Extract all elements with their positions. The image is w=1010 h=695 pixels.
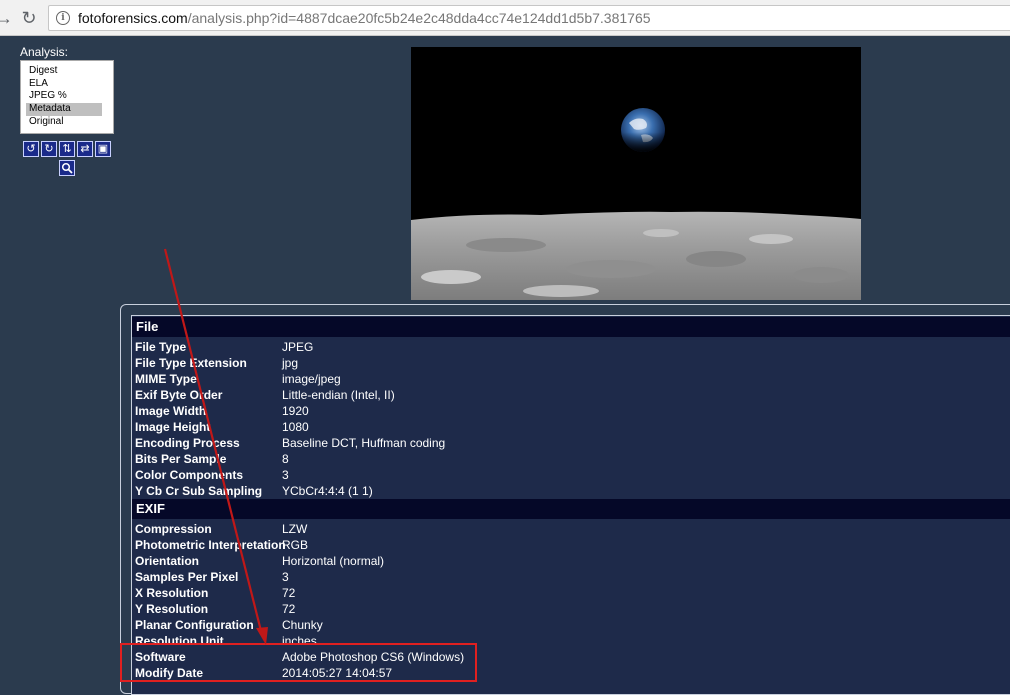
meta-key: Y Cb Cr Sub Sampling <box>135 484 263 498</box>
analyzed-image <box>411 47 861 300</box>
analysis-item-jpeg[interactable]: JPEG % <box>26 90 102 103</box>
table-row: Y Cb Cr Sub Sampling YCbCr4:4:4 (1 1) <box>132 483 1010 499</box>
table-row: Compression LZW <box>132 521 1010 537</box>
meta-key: Software <box>135 650 186 664</box>
back-icon[interactable]: → <box>0 6 16 30</box>
analysis-item-ela[interactable]: ELA <box>26 78 102 91</box>
url-path: /analysis.php?id=4887dcae20fc5b24e2c48dd… <box>187 10 651 26</box>
meta-value: image/jpeg <box>282 372 341 386</box>
section-header-file: File <box>132 317 1010 337</box>
meta-value: inches <box>282 634 317 648</box>
meta-key: Image Height <box>135 420 211 434</box>
table-row: Image Width 1920 <box>132 403 1010 419</box>
rotate-left-icon[interactable]: ↺ <box>23 141 39 157</box>
meta-value: 2014:05:27 14:04:57 <box>282 666 393 680</box>
info-icon[interactable]: i <box>56 11 70 25</box>
table-row: Bits Per Sample 8 <box>132 451 1010 467</box>
table-row: X Resolution 72 <box>132 585 1010 601</box>
table-row: Orientation Horizontal (normal) <box>132 553 1010 569</box>
meta-key: Color Components <box>135 468 243 482</box>
meta-value: YCbCr4:4:4 (1 1) <box>282 484 373 498</box>
meta-value: Adobe Photoshop CS6 (Windows) <box>282 650 465 664</box>
meta-value: Horizontal (normal) <box>282 554 385 568</box>
meta-value: JPEG <box>282 340 314 354</box>
flip-vertical-icon[interactable]: ⇅ <box>59 141 75 157</box>
browser-toolbar: → ↻ i fotoforensics.com/analysis.php?id=… <box>0 0 1010 36</box>
meta-value: RGB <box>282 538 309 552</box>
meta-key: MIME Type <box>135 372 197 386</box>
table-row: Encoding Process Baseline DCT, Huffman co… <box>132 435 1010 451</box>
meta-value: 3 <box>282 570 289 584</box>
meta-value: LZW <box>282 522 308 536</box>
meta-value: 1920 <box>282 404 309 418</box>
meta-value: Chunky <box>282 618 323 632</box>
address-bar[interactable]: i fotoforensics.com/analysis.php?id=4887… <box>48 5 1010 31</box>
analysis-item-metadata[interactable]: Metadata <box>26 103 102 116</box>
url-host: fotoforensics.com <box>78 10 188 26</box>
meta-key: Image Width <box>135 404 207 418</box>
meta-key: Y Resolution <box>135 602 209 616</box>
table-row: Exif Byte Order Little-endian (Intel, II) <box>132 387 1010 403</box>
meta-key: Planar Configuration <box>135 618 254 632</box>
analysis-listbox[interactable]: Digest ELA JPEG % Metadata Original <box>20 60 114 134</box>
rotate-right-icon[interactable]: ↻ <box>41 141 57 157</box>
table-row: Y Resolution 72 <box>132 601 1010 617</box>
table-row: Modify Date 2014:05:27 14:04:57 <box>132 665 1010 681</box>
flip-horizontal-icon[interactable]: ⇄ <box>77 141 93 157</box>
table-row: Color Components 3 <box>132 467 1010 483</box>
table-row: Software Adobe Photoshop CS6 (Windows) <box>132 649 1010 665</box>
table-row: Samples Per Pixel 3 <box>132 569 1010 585</box>
reload-icon[interactable]: ↻ <box>17 6 41 30</box>
metadata-panel: File File Type JPEG File Type Extension jp… <box>120 304 1010 695</box>
section-header-exif: EXIF <box>132 499 1010 519</box>
fit-icon[interactable]: ▣ <box>95 141 111 157</box>
meta-key: Samples Per Pixel <box>135 570 239 584</box>
meta-key: Orientation <box>135 554 200 568</box>
meta-value: 1080 <box>282 420 309 434</box>
table-row: Planar Configuration Chunky <box>132 617 1010 633</box>
meta-key: Photometric Interpretation <box>135 538 286 552</box>
meta-value: jpg <box>282 356 299 370</box>
table-row: Resolution Unit inches <box>132 633 1010 649</box>
meta-value: 72 <box>282 586 296 600</box>
meta-key: Resolution Unit <box>135 634 224 648</box>
analysis-item-digest[interactable]: Digest <box>26 65 102 78</box>
table-row: Photometric Interpretation RGB <box>132 537 1010 553</box>
meta-key: File Type <box>135 340 187 354</box>
meta-value: 72 <box>282 602 296 616</box>
analysis-item-original[interactable]: Original <box>26 116 102 129</box>
meta-key: Compression <box>135 522 212 536</box>
meta-key: File Type Extension <box>135 356 247 370</box>
zoom-icon[interactable] <box>59 160 75 176</box>
table-row: MIME Type image/jpeg <box>132 371 1010 387</box>
meta-key: Bits Per Sample <box>135 452 227 466</box>
analysis-label: Analysis: <box>20 45 69 59</box>
meta-key: Encoding Process <box>135 436 240 450</box>
table-row: File Type Extension jpg <box>132 355 1010 371</box>
meta-value: Little-endian (Intel, II) <box>282 388 395 402</box>
table-row: File Type JPEG <box>132 339 1010 355</box>
meta-value: Baseline DCT, Huffman coding <box>282 436 446 450</box>
meta-key: X Resolution <box>135 586 209 600</box>
metadata-table: File File Type JPEG File Type Extension jp… <box>131 315 1010 695</box>
meta-value: 3 <box>282 468 289 482</box>
meta-value: 8 <box>282 452 289 466</box>
meta-key: Exif Byte Order <box>135 388 223 402</box>
table-row: Image Height 1080 <box>132 419 1010 435</box>
meta-key: Modify Date <box>135 666 204 680</box>
